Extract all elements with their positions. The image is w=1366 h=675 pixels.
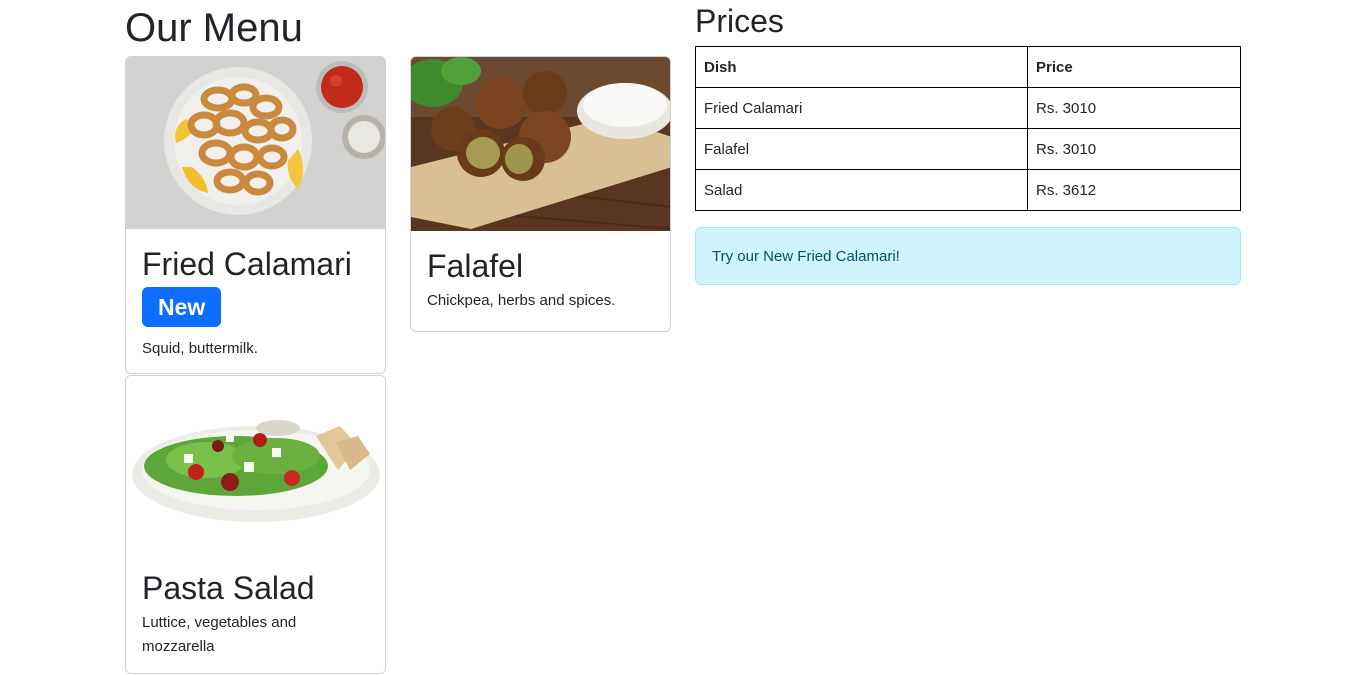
table-row: Fried Calamari Rs. 3010 bbox=[695, 87, 1241, 129]
menu-card-pasta-salad[interactable]: Pasta Salad Luttice, vegetables and mozz… bbox=[125, 375, 386, 674]
table-row: Salad Rs. 3612 bbox=[695, 169, 1241, 211]
dish-cell: Falafel bbox=[695, 128, 1028, 170]
menu-card-fried-calamari[interactable]: Fried Calamari New Squid, buttermilk. bbox=[125, 56, 386, 374]
prices-table: Dish Price Fried Calamari Rs. 3010 Falaf… bbox=[695, 46, 1241, 211]
card-title: Pasta Salad bbox=[142, 570, 315, 606]
promo-alert-text: Try our New Fried Calamari! bbox=[712, 247, 900, 265]
table-header-row: Dish Price bbox=[695, 46, 1241, 88]
price-cell: Rs. 3010 bbox=[1027, 128, 1241, 170]
card-title: Fried Calamari bbox=[142, 246, 352, 282]
price-cell: Rs. 3010 bbox=[1027, 87, 1241, 129]
promo-alert: Try our New Fried Calamari! bbox=[695, 227, 1241, 285]
card-description: Luttice, vegetables and mozzarella bbox=[142, 614, 297, 655]
menu-title: Our Menu bbox=[125, 6, 303, 50]
price-cell: Rs. 3612 bbox=[1027, 169, 1241, 211]
column-header-dish: Dish bbox=[695, 46, 1028, 88]
falafel-image bbox=[411, 57, 670, 231]
card-description: Squid, buttermilk. bbox=[142, 340, 258, 357]
dish-cell: Salad bbox=[695, 169, 1028, 211]
card-description: Chickpea, herbs and spices. bbox=[427, 292, 616, 309]
column-header-price: Price bbox=[1027, 46, 1241, 88]
pasta-salad-image bbox=[126, 376, 385, 553]
card-title: Falafel bbox=[427, 248, 524, 284]
dish-cell: Fried Calamari bbox=[695, 87, 1028, 129]
table-row: Falafel Rs. 3010 bbox=[695, 128, 1241, 170]
prices-title: Prices bbox=[695, 3, 784, 39]
new-badge: New bbox=[142, 287, 222, 327]
fried-calamari-image bbox=[126, 57, 385, 229]
menu-card-falafel[interactable]: Falafel Chickpea, herbs and spices. bbox=[410, 56, 671, 332]
